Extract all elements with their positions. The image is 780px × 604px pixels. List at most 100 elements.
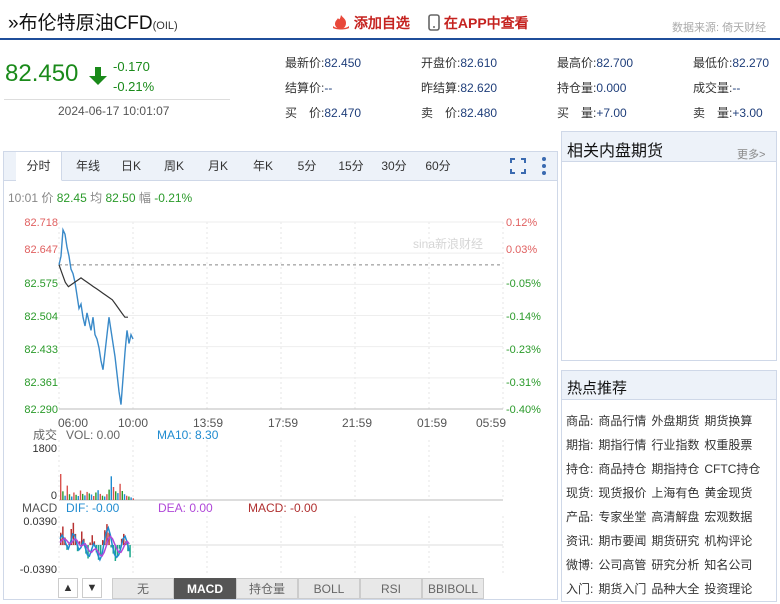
quote-cell: 卖 量:+3.00 (693, 104, 763, 121)
quote-label: 买 量: (557, 106, 597, 120)
indicator-tab[interactable]: MACD (174, 578, 236, 599)
hot-link[interactable]: CFTC持仓 (704, 462, 760, 476)
hot-link[interactable]: 期指行情 (598, 438, 646, 452)
chart-tab[interactable]: 15分 (330, 152, 372, 181)
quote-value: 82.450 (324, 56, 362, 70)
indicator-tab[interactable]: 持仓量 (236, 578, 298, 599)
hot-row-label: 微博: (566, 558, 594, 572)
change-percent: -0.21% (113, 79, 155, 94)
instrument-code: (OIL) (152, 20, 178, 32)
hot-link[interactable]: 现货报价 (598, 486, 646, 500)
quote-cell: 开盘价:82.610 (421, 54, 497, 71)
more-menu-icon[interactable] (540, 156, 548, 176)
chart-tab[interactable]: 5分 (287, 152, 327, 181)
chart-tab[interactable]: 年K (242, 152, 284, 181)
hot-link[interactable]: 外盘期货 (651, 414, 699, 428)
related-futures-panel (561, 131, 777, 361)
hot-link[interactable]: 行业指数 (651, 438, 699, 452)
chart-panel (3, 151, 558, 600)
info-amp: -0.21% (154, 191, 193, 205)
quote-label: 昨结算: (421, 81, 461, 95)
quote-cell: 买 量:+7.00 (557, 104, 627, 121)
quote-value: 82.270 (732, 56, 770, 70)
hot-link[interactable]: 机构评论 (704, 534, 752, 548)
view-in-app-label: 在APP中查看 (443, 15, 529, 31)
more-link[interactable]: 更多> (737, 146, 765, 162)
title-mark: » (8, 13, 19, 34)
last-price: 82.450 (5, 60, 79, 87)
chart-tab[interactable]: 日K (111, 152, 151, 181)
quote-value: +7.00 (596, 106, 627, 120)
price-divider (4, 99, 230, 100)
info-price-label: 价 (41, 191, 54, 205)
hot-link[interactable]: 知名公司 (704, 558, 752, 572)
info-avg-label: 均 (90, 191, 103, 205)
chart-tab[interactable]: 分时 (16, 152, 62, 181)
chart-tab[interactable]: 周K (154, 152, 194, 181)
hot-link[interactable]: 投资理论 (704, 582, 752, 596)
quote-cell: 买 价:82.470 (285, 104, 361, 121)
data-source: 数据来源: 倚天财经 (672, 22, 767, 34)
hot-link[interactable]: 高清解盘 (651, 510, 699, 524)
add-watchlist-label: 添加自选 (353, 15, 410, 31)
fullscreen-icon[interactable] (509, 157, 527, 175)
quote-value: +3.00 (732, 106, 763, 120)
chart-tab[interactable]: 30分 (374, 152, 414, 181)
hot-row-label: 期指: (566, 438, 594, 452)
view-in-app-button[interactable]: 在APP中查看 (428, 13, 529, 33)
quote-value: -- (732, 81, 741, 95)
hot-link[interactable]: 权重股票 (704, 438, 752, 452)
quote-cell: 结算价:-- (285, 79, 332, 96)
scroll-down-button[interactable]: ▼ (82, 578, 102, 598)
hot-row-label: 持仓: (566, 462, 594, 476)
hot-link[interactable]: 期指持仓 (651, 462, 699, 476)
quote-cell: 最新价:82.450 (285, 54, 361, 71)
hot-link[interactable]: 宏观数据 (704, 510, 752, 524)
add-watchlist-button[interactable]: 添加自选 (332, 13, 410, 33)
hot-link[interactable]: 期市要闻 (598, 534, 646, 548)
quote-label: 成交量: (693, 81, 733, 95)
chart-tab[interactable]: 月K (197, 152, 239, 181)
indicator-tab[interactable]: BOLL (298, 578, 360, 599)
quote-label: 结算价: (285, 81, 325, 95)
quote-label: 最新价: (285, 56, 325, 70)
hot-link[interactable]: 期货换算 (704, 414, 752, 428)
quote-value: 82.620 (460, 81, 498, 95)
hot-link[interactable]: 商品持仓 (598, 462, 646, 476)
hot-row-label: 商品: (566, 414, 594, 428)
hot-link[interactable]: 期货研究 (651, 534, 699, 548)
hot-row: 入门: 期货入门 品种大全 投资理论 (566, 580, 757, 597)
down-triangle-icon: ▼ (86, 582, 98, 594)
hot-row: 持仓: 商品持仓 期指持仓 CFTC持仓 (566, 460, 765, 477)
related-futures-title: 相关内盘期货 (567, 143, 664, 160)
scroll-up-button[interactable]: ▲ (58, 578, 78, 598)
hot-link[interactable]: 专家坐堂 (598, 510, 646, 524)
hot-link[interactable]: 上海有色 (651, 486, 699, 500)
quote-value: 0.000 (596, 81, 627, 95)
indicator-tab[interactable]: RSI (360, 578, 422, 599)
hot-row: 资讯: 期市要闻 期货研究 机构评论 (566, 532, 757, 549)
hot-link[interactable]: 商品行情 (598, 414, 646, 428)
info-price: 82.45 (56, 191, 87, 205)
quote-label: 卖 价: (421, 106, 461, 120)
indicator-tab[interactable]: BBIBOLL (422, 578, 484, 599)
hot-link[interactable]: 品种大全 (651, 582, 699, 596)
quote-cell: 成交量:-- (693, 79, 740, 96)
quote-value: 82.610 (460, 56, 498, 70)
info-time: 10:01 (8, 191, 39, 205)
quote-label: 买 价: (285, 106, 325, 120)
chart-tab[interactable]: 年线 (66, 152, 110, 181)
quote-label: 最低价: (693, 56, 733, 70)
indicator-tab[interactable]: 无 (112, 578, 174, 599)
chart-tab[interactable]: 60分 (417, 152, 459, 181)
instrument-name: 布伦特原油CFD (18, 13, 153, 34)
hot-link[interactable]: 研究分析 (651, 558, 699, 572)
hot-link[interactable]: 期货入门 (598, 582, 646, 596)
quote-cell: 最高价:82.700 (557, 54, 633, 71)
hot-link[interactable]: 黄金现货 (704, 486, 752, 500)
quote-value: 82.470 (324, 106, 362, 120)
quote-cell: 持仓量:0.000 (557, 79, 626, 96)
hot-row-label: 资讯: (566, 534, 594, 548)
quote-label: 持仓量: (557, 81, 597, 95)
hot-link[interactable]: 公司高管 (598, 558, 646, 572)
